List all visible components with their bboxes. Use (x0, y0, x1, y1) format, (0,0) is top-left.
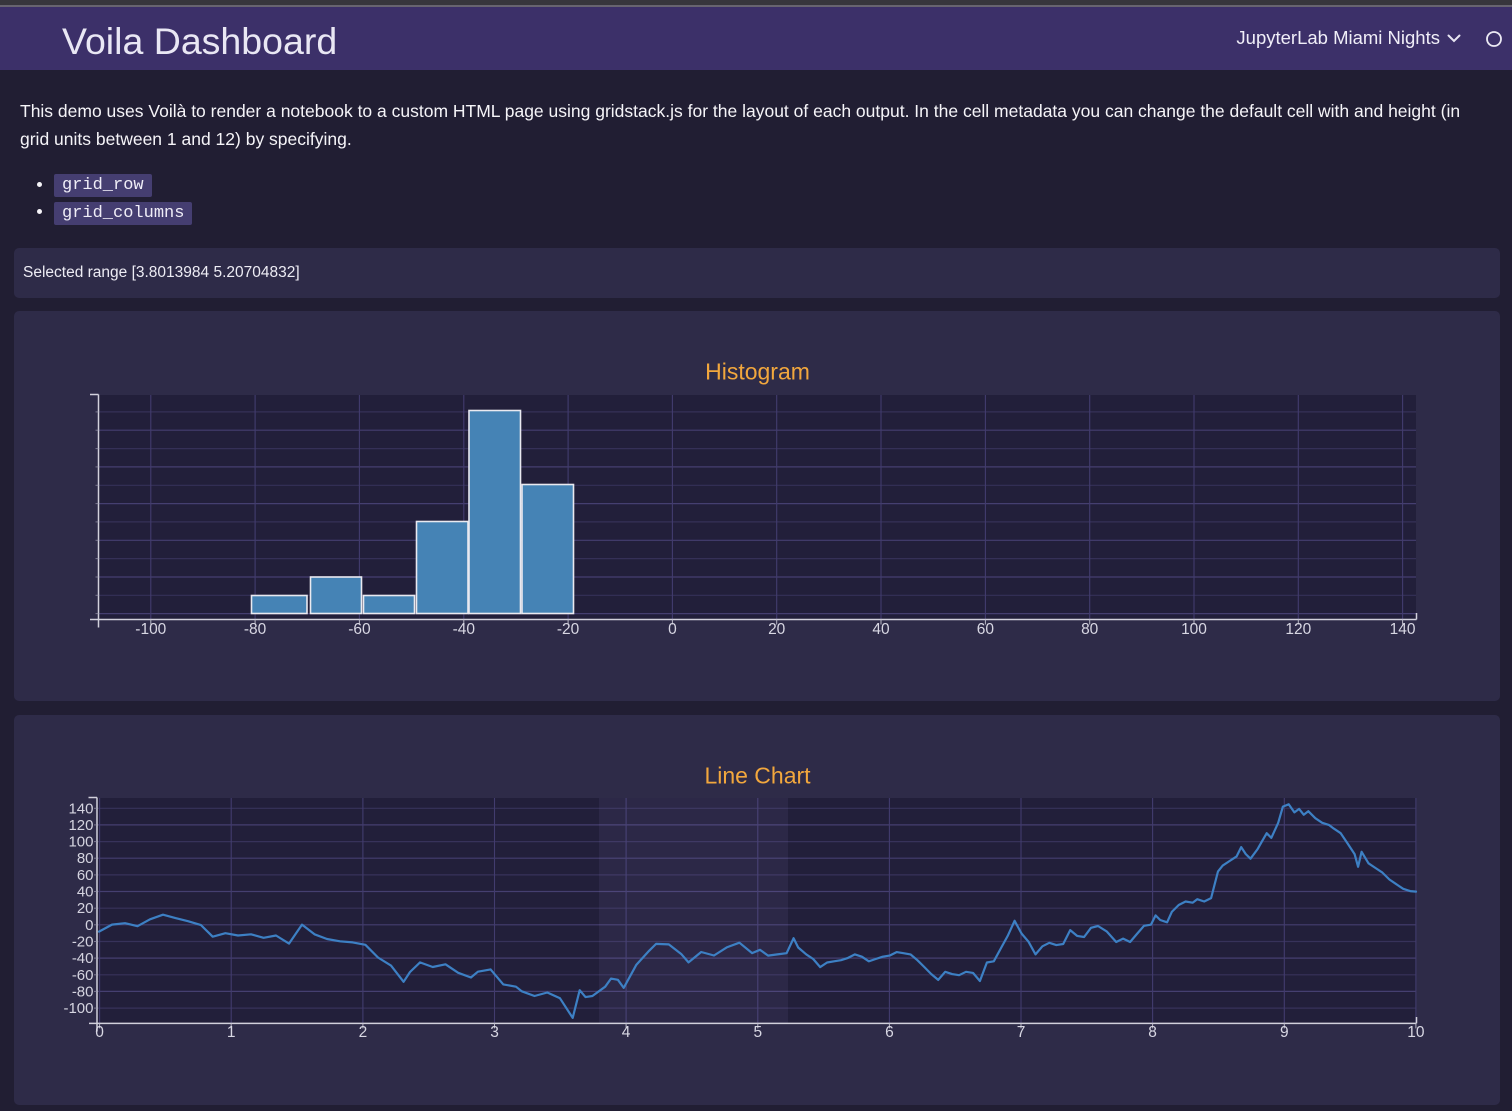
svg-text:-20: -20 (72, 934, 94, 951)
svg-text:7: 7 (1017, 1024, 1026, 1041)
svg-text:80: 80 (77, 850, 94, 867)
svg-text:-20: -20 (557, 621, 580, 638)
svg-text:8: 8 (1148, 1024, 1157, 1041)
svg-text:3: 3 (490, 1024, 499, 1041)
svg-text:0: 0 (95, 1024, 104, 1041)
svg-text:120: 120 (1285, 621, 1311, 638)
svg-text:60: 60 (977, 621, 995, 638)
svg-text:-40: -40 (72, 950, 94, 967)
svg-text:-60: -60 (72, 967, 94, 984)
svg-text:0: 0 (668, 621, 677, 638)
svg-text:Line Chart: Line Chart (704, 763, 811, 789)
svg-text:-80: -80 (72, 983, 94, 1000)
svg-text:100: 100 (68, 834, 93, 851)
svg-text:140: 140 (1390, 621, 1416, 638)
svg-text:-100: -100 (135, 621, 166, 638)
svg-text:-60: -60 (348, 621, 371, 638)
svg-text:60: 60 (77, 867, 94, 884)
svg-text:20: 20 (77, 900, 94, 917)
svg-text:-100: -100 (63, 1000, 93, 1017)
svg-text:140: 140 (68, 800, 93, 817)
svg-text:0: 0 (85, 917, 93, 934)
svg-text:10: 10 (1407, 1024, 1425, 1041)
svg-text:100: 100 (1181, 621, 1207, 638)
svg-text:20: 20 (768, 621, 786, 638)
svg-text:5: 5 (753, 1024, 762, 1041)
svg-text:120: 120 (68, 817, 93, 834)
svg-text:-40: -40 (453, 621, 476, 638)
svg-text:40: 40 (872, 621, 890, 638)
svg-text:40: 40 (77, 884, 94, 901)
svg-text:6: 6 (885, 1024, 894, 1041)
svg-text:80: 80 (1081, 621, 1099, 638)
svg-text:2: 2 (359, 1024, 368, 1041)
svg-text:4: 4 (622, 1024, 631, 1041)
svg-text:Histogram: Histogram (705, 359, 810, 385)
svg-text:-80: -80 (244, 621, 267, 638)
svg-text:9: 9 (1280, 1024, 1289, 1041)
svg-text:1: 1 (227, 1024, 236, 1041)
